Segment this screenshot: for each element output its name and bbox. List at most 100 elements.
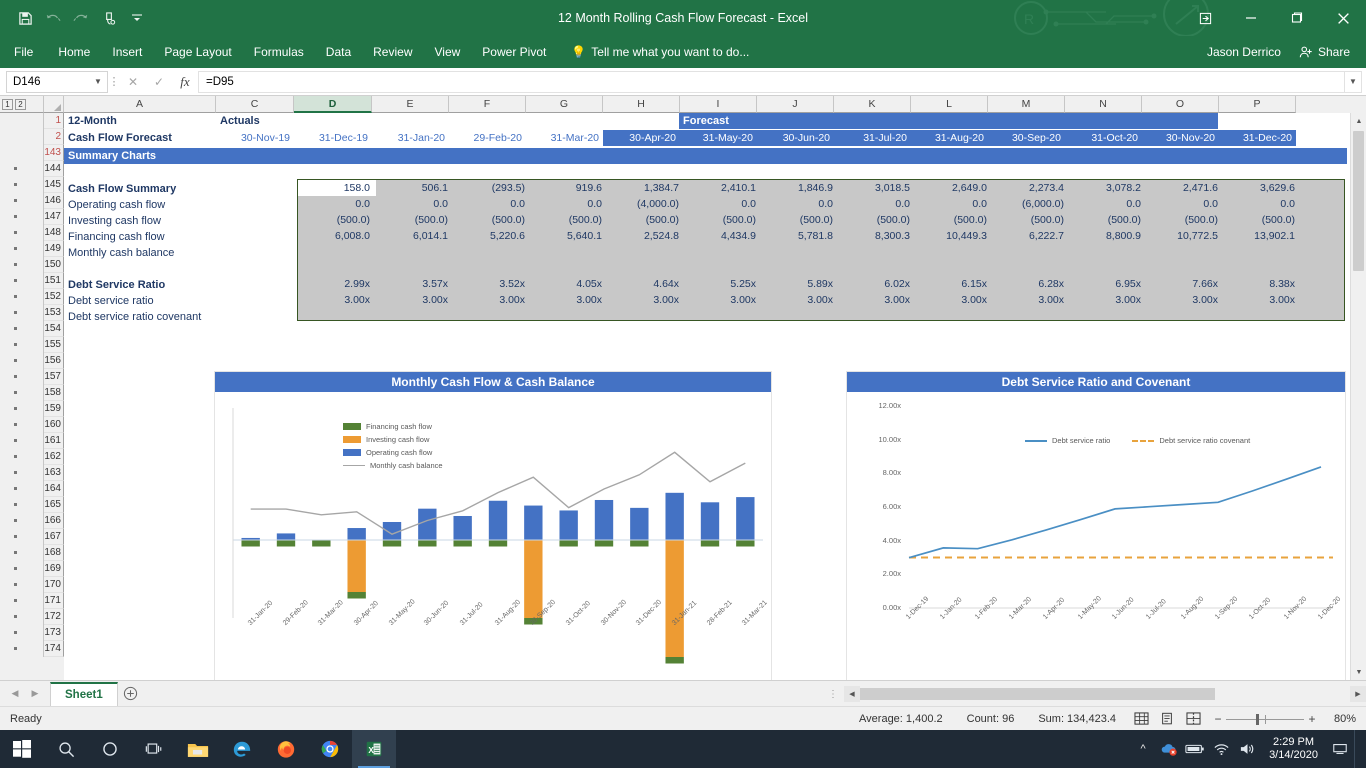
outline-marker[interactable] [0, 209, 44, 225]
column-header-H[interactable]: H [603, 96, 680, 113]
cell-row-monthly-cash-balance-0[interactable]: 6,008.0 [298, 228, 376, 244]
cell-row-financing-cash-flow-11[interactable]: (500.0) [1147, 212, 1224, 228]
cell-row-monthly-cash-balance-1[interactable]: 6,014.1 [376, 228, 454, 244]
outline-marker[interactable] [0, 545, 44, 561]
cell-row-monthly-cash-balance-10[interactable]: 8,800.9 [1070, 228, 1147, 244]
row-header-172[interactable]: 172 [0, 609, 64, 625]
row-header-154[interactable]: 154 [0, 321, 64, 337]
row-header-160[interactable]: 160 [0, 417, 64, 433]
cell-row-investing-cash-flow-11[interactable]: 0.0 [1147, 196, 1224, 212]
cell-row-debt-service-covenant-12[interactable]: 3.00x [1224, 292, 1301, 308]
row-header-170[interactable]: 170 [0, 577, 64, 593]
cell-row-investing-cash-flow-3[interactable]: 0.0 [531, 196, 608, 212]
row-header-147[interactable]: 147 [0, 209, 64, 225]
share-button[interactable]: Share [1291, 42, 1358, 62]
minimize-icon[interactable] [1228, 0, 1274, 36]
row-header-174[interactable]: 174 [0, 641, 64, 657]
cell-row-investing-cash-flow-9[interactable]: (6,000.0) [993, 196, 1070, 212]
cell-I2-date[interactable]: 31-May-20 [680, 130, 757, 146]
cell-row-monthly-cash-balance-3[interactable]: 5,640.1 [531, 228, 608, 244]
column-header-N[interactable]: N [1065, 96, 1142, 113]
cell-row-financing-cash-flow-1[interactable]: (500.0) [376, 212, 454, 228]
chrome-icon[interactable] [308, 730, 352, 768]
row-header-167[interactable]: 167 [0, 529, 64, 545]
sheet-canvas[interactable]: 12-Month Actuals Forecast Cash Flow Fore… [64, 113, 1366, 680]
outline-marker[interactable] [0, 321, 44, 337]
cell-row-debt-service-covenant-2[interactable]: 3.00x [454, 292, 531, 308]
cell-row-debt-service-covenant-10[interactable]: 3.00x [1070, 292, 1147, 308]
cell-A148[interactable]: Financing cash flow [64, 229, 216, 245]
cell-M2-date[interactable]: 30-Sep-20 [988, 130, 1065, 146]
row-header-155[interactable]: 155 [0, 337, 64, 353]
chart-debt-service-ratio[interactable]: Debt Service Ratio and Covenant 0.00x 2.0… [846, 371, 1346, 680]
chart-monthly-cash-flow[interactable]: Monthly Cash Flow & Cash Balance Financi… [214, 371, 772, 680]
firefox-icon[interactable] [264, 730, 308, 768]
cell-row-debt-service-covenant-0[interactable]: 3.00x [298, 292, 376, 308]
cell-row-debt-service-ratio-10[interactable]: 6.95x [1070, 276, 1147, 292]
outline-marker[interactable] [0, 289, 44, 305]
cell-row-financing-cash-flow-5[interactable]: (500.0) [685, 212, 762, 228]
row-header-161[interactable]: 161 [0, 433, 64, 449]
search-icon[interactable] [44, 730, 88, 768]
onedrive-notification-icon[interactable] [1157, 730, 1181, 768]
outline-marker[interactable] [0, 225, 44, 241]
cell-row-financing-cash-flow-6[interactable]: (500.0) [762, 212, 839, 228]
cell-row-debt-service-ratio-3[interactable]: 4.05x [531, 276, 608, 292]
chevron-down-icon[interactable]: ▼ [89, 77, 107, 86]
cell-row-monthly-cash-balance-2[interactable]: 5,220.6 [454, 228, 531, 244]
outline-marker[interactable] [0, 257, 44, 273]
cell-row-financing-cash-flow-10[interactable]: (500.0) [1070, 212, 1147, 228]
volume-icon[interactable] [1235, 730, 1259, 768]
cell-row-debt-service-covenant-5[interactable]: 3.00x [685, 292, 762, 308]
maximize-icon[interactable] [1274, 0, 1320, 36]
formula-input[interactable]: =D95 [198, 70, 1344, 93]
close-icon[interactable] [1320, 0, 1366, 36]
cell-H1-forecast[interactable]: Forecast [679, 113, 1218, 129]
cell-row-financing-cash-flow-8[interactable]: (500.0) [916, 212, 993, 228]
column-header-D[interactable]: D [294, 96, 372, 113]
page-layout-view-icon[interactable] [1154, 707, 1180, 731]
outline-marker[interactable] [0, 129, 44, 145]
normal-view-icon[interactable] [1128, 707, 1154, 731]
ribbon-tab-page-layout[interactable]: Page Layout [153, 36, 242, 68]
tell-me-box[interactable]: 💡 Tell me what you want to do... [571, 45, 749, 59]
outline-level-2-button[interactable]: 2 [15, 98, 26, 110]
cell-row-operating-cash-flow-6[interactable]: 1,846.9 [762, 180, 839, 196]
cell-row-operating-cash-flow-7[interactable]: 3,018.5 [839, 180, 916, 196]
restore-up-icon[interactable] [1182, 0, 1228, 36]
outline-marker[interactable] [0, 369, 44, 385]
row-header-164[interactable]: 164 [0, 481, 64, 497]
cell-row-investing-cash-flow-8[interactable]: 0.0 [916, 196, 993, 212]
column-header-I[interactable]: I [680, 96, 757, 113]
cell-A2[interactable]: Cash Flow Forecast [64, 130, 216, 146]
row-header-153[interactable]: 153 [0, 305, 64, 321]
enter-icon[interactable]: ✓ [146, 71, 172, 93]
outline-marker[interactable] [0, 161, 44, 177]
scroll-up-button[interactable]: ▲ [1351, 113, 1366, 129]
column-header-F[interactable]: F [449, 96, 526, 113]
outline-marker[interactable] [0, 513, 44, 529]
cell-G2-date[interactable]: 31-Mar-20 [526, 130, 603, 146]
cell-row-debt-service-covenant-4[interactable]: 3.00x [608, 292, 685, 308]
undo-icon[interactable] [40, 5, 66, 31]
outline-marker[interactable] [0, 193, 44, 209]
cell-row-monthly-cash-balance-12[interactable]: 13,902.1 [1224, 228, 1301, 244]
zoom-out-button[interactable]: − [1210, 712, 1226, 726]
outline-marker[interactable] [0, 433, 44, 449]
ribbon-tab-data[interactable]: Data [315, 36, 362, 68]
cell-C1[interactable]: Actuals [216, 113, 294, 129]
cell-K2-date[interactable]: 31-Jul-20 [834, 130, 911, 146]
cell-D2-date[interactable]: 31-Dec-19 [294, 130, 372, 146]
insert-function-icon[interactable]: fx [172, 71, 198, 93]
cell-F2-date[interactable]: 29-Feb-20 [449, 130, 526, 146]
outline-marker[interactable] [0, 417, 44, 433]
ribbon-tab-formulas[interactable]: Formulas [243, 36, 315, 68]
redo-icon[interactable] [68, 5, 94, 31]
cell-row-operating-cash-flow-0[interactable]: 158.0 [298, 180, 376, 196]
row-header-143[interactable]: 143 [0, 145, 64, 161]
outline-marker[interactable] [0, 561, 44, 577]
cell-A147[interactable]: Investing cash flow [64, 213, 216, 229]
row-header-149[interactable]: 149 [0, 241, 64, 257]
name-box[interactable]: D146 ▼ [6, 70, 108, 93]
cell-row-debt-service-ratio-1[interactable]: 3.57x [376, 276, 454, 292]
